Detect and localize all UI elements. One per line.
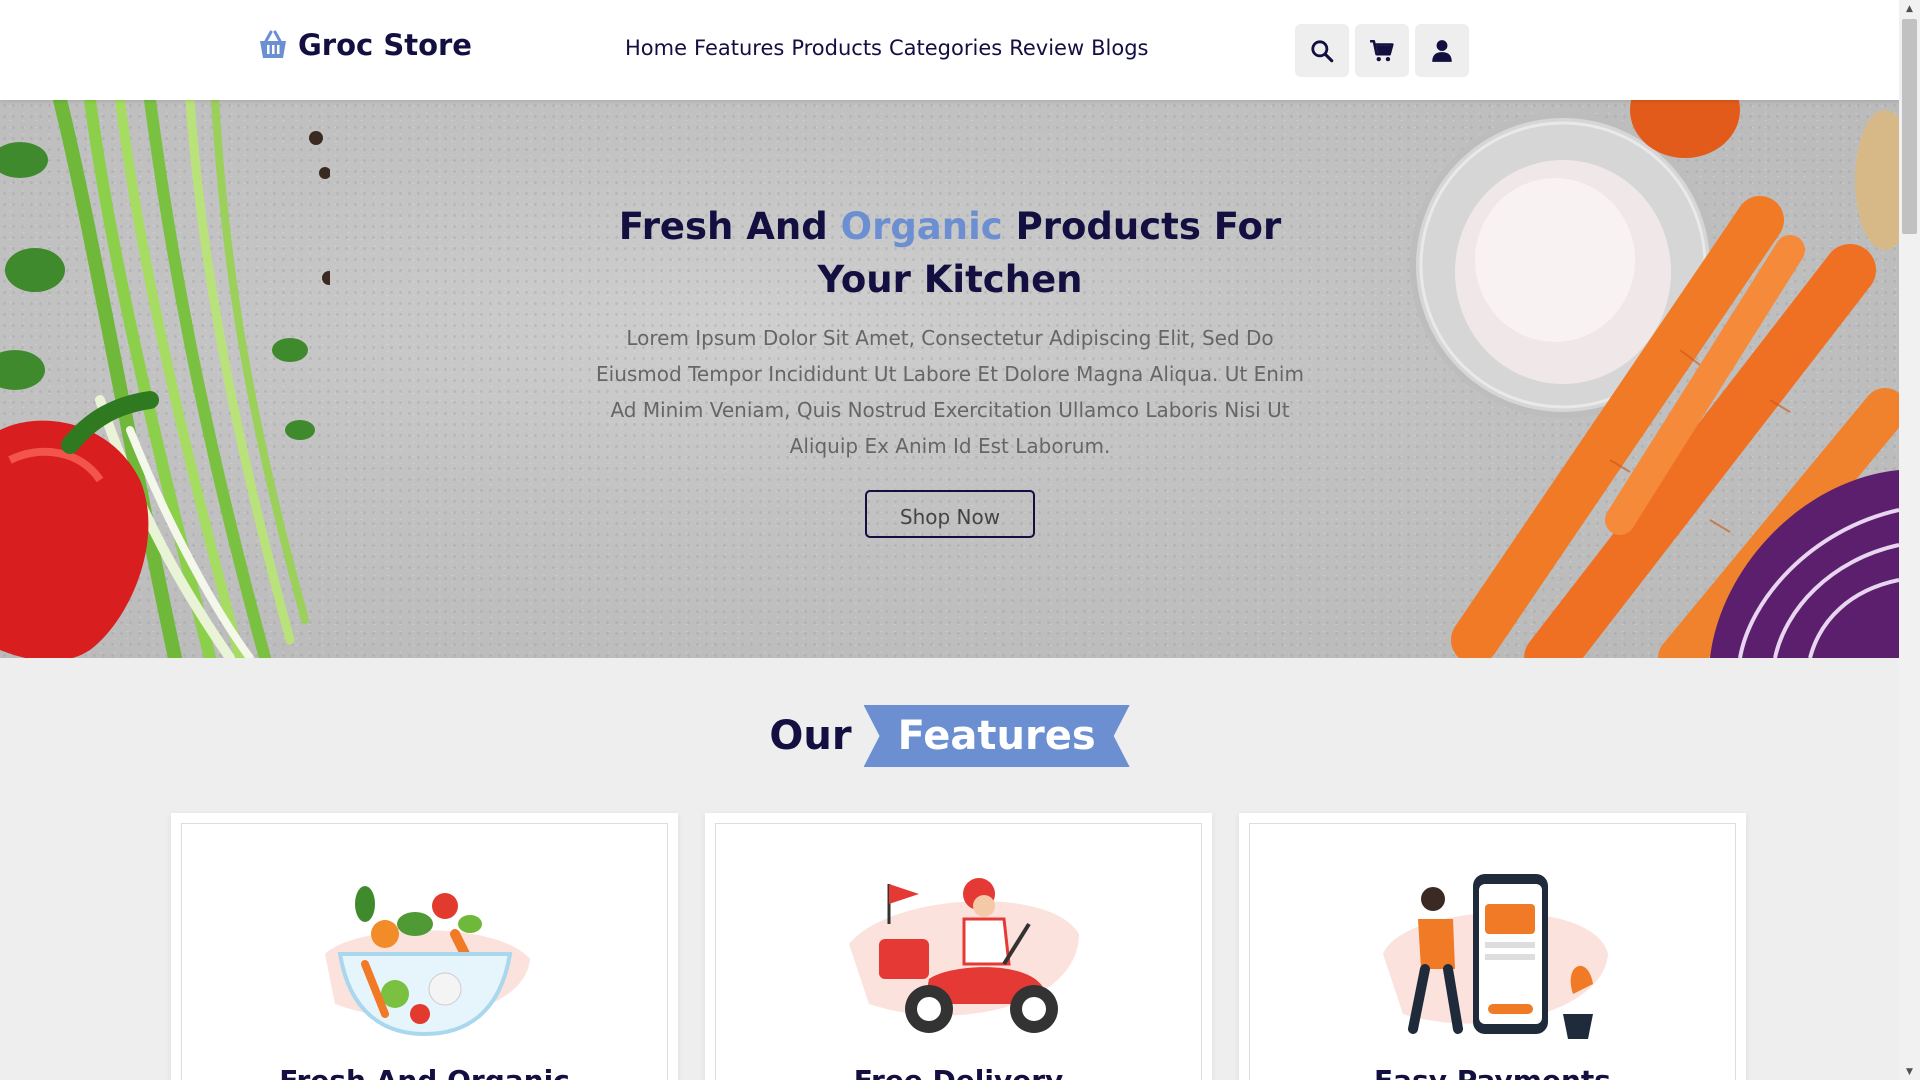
basket-icon bbox=[260, 30, 286, 58]
feature-card-title: Fresh And Organic bbox=[182, 1064, 667, 1080]
feature-card-title: Easy Payments bbox=[1250, 1064, 1735, 1080]
hero-content: Fresh And Organic Products For Your Kitc… bbox=[575, 200, 1325, 538]
logo[interactable]: Groc Store bbox=[256, 28, 472, 62]
features-heading-plain: Our bbox=[769, 713, 852, 759]
features-heading: Our Features bbox=[0, 705, 1899, 767]
cart-icon bbox=[1370, 39, 1394, 61]
nav-features[interactable]: Features bbox=[694, 36, 784, 60]
feature-card: Free Delivery bbox=[705, 813, 1212, 1080]
mobile-payment-illustration bbox=[1382, 874, 1608, 1039]
hero-section: Fresh And Organic Products For Your Kitc… bbox=[0, 100, 1899, 658]
shop-now-button[interactable]: Shop Now bbox=[865, 490, 1035, 538]
cart-button[interactable] bbox=[1355, 24, 1409, 77]
vegetables-right-image bbox=[1410, 100, 1899, 658]
search-button[interactable] bbox=[1295, 24, 1349, 77]
site-header: Groc Store Home Features Products Catego… bbox=[0, 0, 1899, 100]
hero-description: Lorem Ipsum Dolor Sit Amet, Consectetur … bbox=[596, 326, 1304, 458]
salad-bowl-illustration bbox=[324, 886, 530, 1037]
user-button[interactable] bbox=[1415, 24, 1469, 77]
main-nav: Home Features Products Categories Review… bbox=[625, 36, 1149, 60]
vegetables-left-image bbox=[0, 100, 330, 658]
scooter-delivery-illustration bbox=[848, 878, 1079, 1033]
feature-card: Fresh And Organic bbox=[171, 813, 678, 1080]
nav-home[interactable]: Home bbox=[625, 36, 687, 60]
feature-card: Easy Payments bbox=[1239, 813, 1746, 1080]
nav-blogs[interactable]: Blogs bbox=[1091, 36, 1148, 60]
scroll-down-arrow-icon[interactable]: ▼ bbox=[1899, 1063, 1920, 1080]
user-icon bbox=[1432, 39, 1452, 62]
scrollbar-thumb[interactable] bbox=[1902, 19, 1917, 234]
page-scrollbar[interactable]: ▲ ▼ bbox=[1899, 0, 1920, 1080]
search-icon bbox=[1311, 39, 1334, 62]
features-heading-highlight: Features bbox=[863, 705, 1130, 767]
logo-text: Groc Store bbox=[298, 28, 472, 62]
scroll-up-arrow-icon[interactable]: ▲ bbox=[1899, 0, 1920, 17]
nav-products[interactable]: Products bbox=[791, 36, 882, 60]
hero-title-accent: Organic bbox=[840, 205, 1003, 248]
nav-review[interactable]: Review bbox=[1009, 36, 1084, 60]
features-cards: Fresh And Organic bbox=[171, 813, 1746, 1080]
feature-card-title: Free Delivery bbox=[716, 1064, 1201, 1080]
hero-title: Fresh And Organic Products For Your Kitc… bbox=[618, 205, 1282, 301]
page: Groc Store Home Features Products Catego… bbox=[0, 0, 1899, 1080]
nav-categories[interactable]: Categories bbox=[889, 36, 1002, 60]
